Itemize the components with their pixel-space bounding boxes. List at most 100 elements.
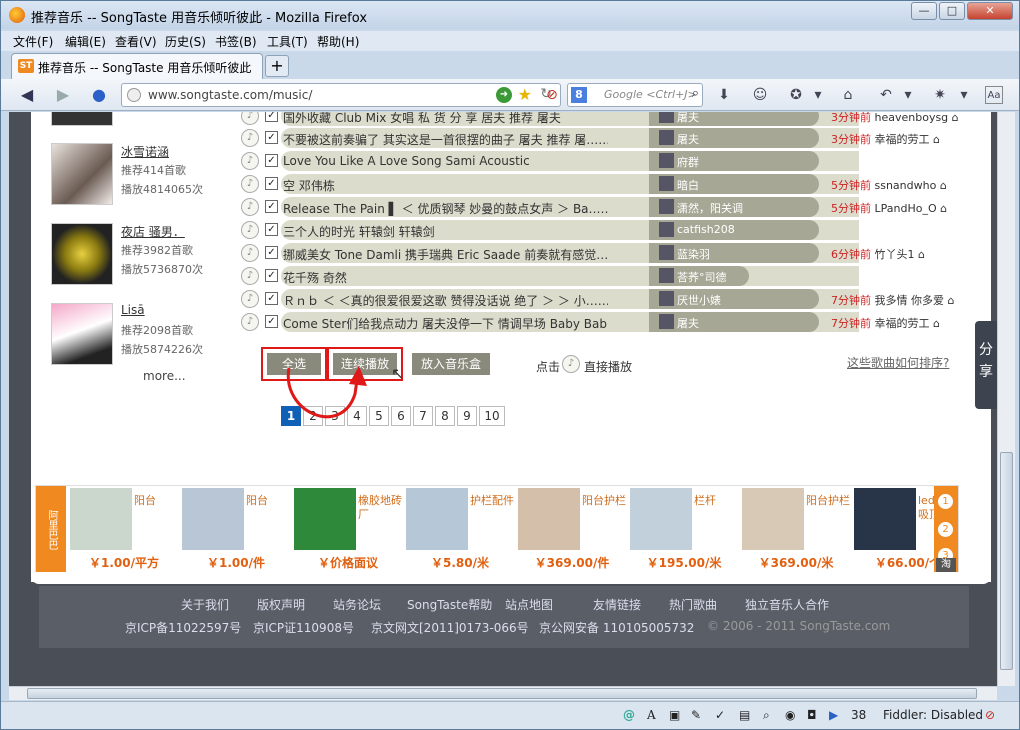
menu-bookmarks[interactable]: 书签(B) [215,33,257,50]
song-title[interactable]: Love You Like A Love Song Sami Acoustic [283,154,530,168]
recommender-name[interactable]: catfish208 [677,223,735,236]
song-title[interactable]: 挪威美女 Tone Damli 携手瑞典 Eric Saade 前奏就有感觉…… [283,246,608,263]
more-users-link[interactable]: more... [143,369,186,383]
footer-link[interactable]: 独立音乐人合作 [745,596,829,613]
song-user[interactable]: ssnandwho [875,179,937,192]
home-icon[interactable]: ⌂ [839,86,857,104]
song-row[interactable]: ♪ ✓ 空 邓伟栋 暗白 5分钟前 ssnandwho ⌂ [241,174,957,194]
menu-view[interactable]: 查看(V) [115,33,157,50]
ad-image[interactable] [742,488,804,550]
song-checkbox[interactable]: ✓ [265,131,278,144]
avatar[interactable] [51,112,113,126]
check-icon[interactable]: ✓ [715,708,725,722]
song-user[interactable]: 幸福的劳工 [875,133,930,146]
avatar[interactable] [51,223,113,285]
ad-price[interactable]: ￥369.00/米 [740,554,852,571]
url-bar[interactable]: www.songtaste.com/music/ ➜ ★ ↻ [121,83,561,107]
song-checkbox[interactable]: ✓ [265,177,278,190]
ad-name[interactable]: 阳台 [134,494,178,508]
collect-icon[interactable]: ⌂ [952,112,959,124]
song-row[interactable]: ♪ ✓ Ｒｎｂ ＜ ＜真的很爱很爱这歌 赞得没话说 绝了 ＞ ＞ 小…… 厌世小… [241,289,957,309]
vertical-scroll-thumb[interactable] [1000,452,1013,670]
search-icon[interactable]: ⌕ [692,86,699,101]
user-name[interactable]: 夜店 骚男． [121,223,185,240]
recommender-avatar[interactable] [659,245,674,260]
close-button[interactable]: ✕ [967,2,1013,20]
search-bar[interactable]: 8 Google <Ctrl+J> ⌕ [567,83,703,107]
recommender-avatar[interactable] [659,199,674,214]
song-row[interactable]: ♪ ✓ 不要被这前奏骗了 其实这是一首很摆的曲子 屠夫 推荐 屠…… 屠夫 3分… [241,128,957,148]
collect-icon[interactable]: ⌂ [933,317,940,330]
song-user[interactable]: 我多情 你多爱 [875,294,945,307]
back-icon[interactable]: ◀ [17,85,37,105]
user-name[interactable]: Lisā [121,303,145,317]
song-row[interactable]: ♪ ✓ Come Ster们给我点动力 屠夫没停一下 情调早场 Baby Bab… [241,312,957,332]
song-title[interactable]: Release The Pain ▌ ＜ 优质钢琴 妙曼的鼓点女声 ＞ Ba…… [283,200,608,217]
ad-price[interactable]: ￥价格面议 [292,554,404,571]
user-card[interactable]: 夜店 骚男． 推荐3982首歌 播放5736870次 [51,223,251,293]
ad-image[interactable] [630,488,692,550]
song-checkbox[interactable]: ✓ [265,200,278,213]
ad-item[interactable]: 阳台 ￥1.00/平方 [68,486,180,574]
ad-image[interactable] [518,488,580,550]
firebug-icon[interactable]: ✷ [931,86,949,104]
screenshot-icon[interactable]: ▣ [669,708,680,722]
user-card[interactable]: Lisā 推荐2098首歌 播放5874226次 [51,303,251,373]
ad-image[interactable] [70,488,132,550]
recommender-name[interactable]: 厌世小婊 [677,292,721,308]
ad-name[interactable]: 护栏配件 [470,494,514,508]
song-title[interactable]: 花千殇 奇然 [283,269,347,286]
ad-image[interactable] [406,488,468,550]
song-title[interactable]: Come Ster们给我点动力 屠夫没停一下 情调早场 Baby Bab…… [283,315,608,332]
song-title[interactable]: 三个人的时光 轩辕剑 轩辕剑 [283,223,435,240]
new-tab-button[interactable]: + [265,55,289,77]
footer-link[interactable]: 关于我们 [181,596,229,613]
ad-name[interactable]: 阳台护栏 [806,494,850,508]
search-engine-icon[interactable]: 8 [571,87,587,103]
ad-image[interactable] [182,488,244,550]
recommender-avatar[interactable] [659,291,674,306]
ad-price[interactable]: ￥5.80/米 [404,554,516,571]
download-icon[interactable]: ⬇ [715,86,733,104]
recommender-name[interactable]: 蓝染羽 [677,246,710,262]
share-button[interactable]: 分享 [975,321,997,409]
font-icon[interactable]: A [647,708,656,722]
song-checkbox[interactable]: ✓ [265,154,278,167]
play-icon[interactable]: ▶ [829,708,838,722]
ad-price[interactable]: ￥1.00/平方 [68,554,180,571]
song-title[interactable]: Ｒｎｂ ＜ ＜真的很爱很爱这歌 赞得没话说 绝了 ＞ ＞ 小…… [283,292,608,309]
horizontal-scroll-thumb[interactable] [27,688,977,699]
footer-icp[interactable]: 京文网文[2011]0173-066号 [371,619,529,636]
play-note-icon[interactable]: ♪ [241,290,259,308]
recommender-avatar[interactable] [659,153,674,168]
play-note-icon[interactable]: ♪ [241,129,259,147]
play-note-icon[interactable]: ♪ [241,198,259,216]
song-user[interactable]: LPandHo_O [875,202,937,215]
play-note-icon[interactable]: ♪ [241,112,259,125]
ad-item[interactable]: 橡胶地砖厂 ￥价格面议 [292,486,404,574]
song-user[interactable]: heavenboysg [875,112,949,124]
ad-name[interactable]: 栏杆 [694,494,738,508]
play-note-icon[interactable]: ♪ [241,221,259,239]
menu-history[interactable]: 历史(S) [165,33,206,50]
user-name[interactable]: 冰雪诺涵 [121,143,169,160]
add-to-music-box-button[interactable]: 放入音乐盒 [412,353,490,375]
bookmark-star-icon[interactable]: ★ [518,85,532,104]
sort-help-link[interactable]: 这些歌曲如何排序? [847,354,949,371]
alibaba-logo[interactable]: 阿里巴巴 [36,486,66,574]
minimize-button[interactable]: — [911,2,937,20]
ad-name[interactable]: 橡胶地砖厂 [358,494,402,522]
ad-page-1[interactable]: 1 [938,494,953,509]
song-row[interactable]: ♪ ✓ 三个人的时光 轩辕剑 轩辕剑 catfish208 [241,220,957,240]
footer-icp[interactable]: 京公网安备 110105005732 [539,619,694,636]
collect-icon[interactable]: ⌂ [933,133,940,146]
song-row[interactable]: ♪ ✓ Release The Pain ▌ ＜ 优质钢琴 妙曼的鼓点女声 ＞ … [241,197,957,217]
footer-link[interactable]: SongTaste帮助 [407,596,492,613]
footer-link[interactable]: 友情链接 [593,596,641,613]
song-checkbox[interactable]: ✓ [265,315,278,328]
page-7[interactable]: 7 [413,406,433,426]
page-8[interactable]: 8 [435,406,455,426]
footer-icp[interactable]: 京ICP证110908号 [253,619,354,636]
search-icon-status[interactable]: ⌕ [763,708,770,723]
avatar[interactable] [51,303,113,365]
